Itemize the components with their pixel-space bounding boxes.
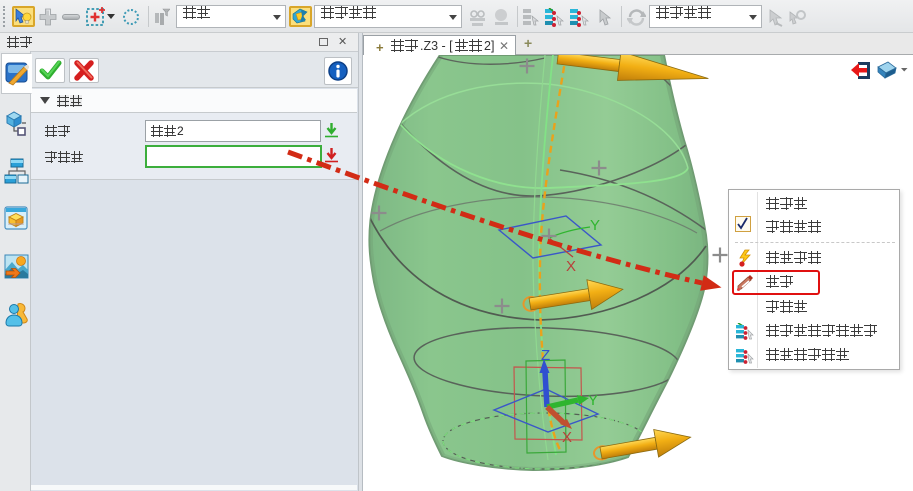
svg-text:Y: Y bbox=[590, 217, 600, 234]
svg-text:Y: Y bbox=[588, 392, 598, 409]
svg-text:X: X bbox=[566, 258, 576, 275]
svg-text:Z: Z bbox=[541, 347, 550, 364]
svg-text:X: X bbox=[562, 429, 572, 446]
